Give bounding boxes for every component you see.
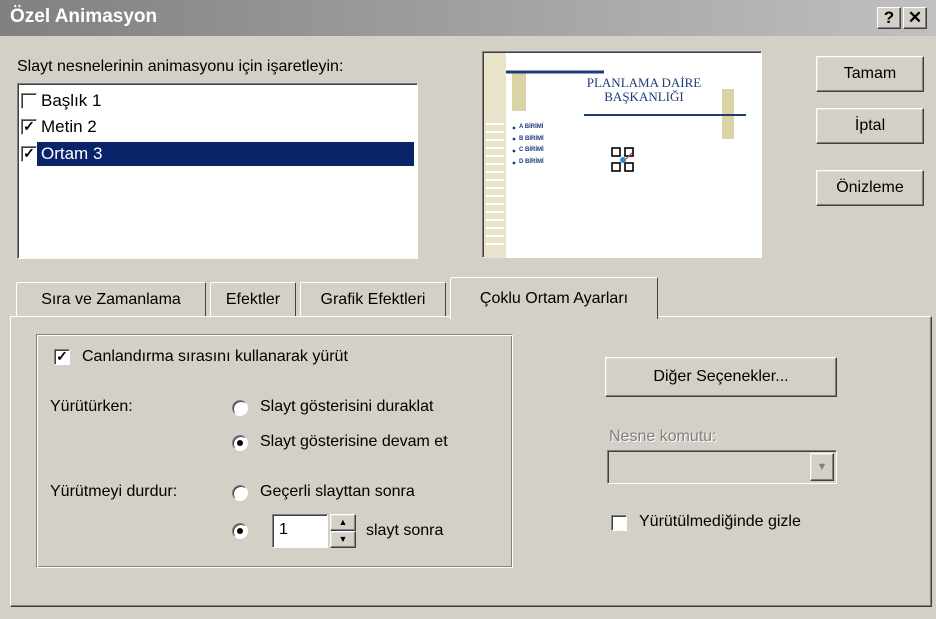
radio-dot [237, 440, 243, 446]
chevron-down-icon[interactable]: ▼ [810, 453, 834, 481]
slide-count-spinner[interactable]: ▲ ▼ [330, 514, 356, 548]
hide-when-not-playing-checkbox[interactable] [611, 515, 627, 531]
list-item-label: Ortam 3 [37, 142, 414, 166]
slide-title: PLANLAMA DAİRE BAŞKANLIĞI [483, 76, 761, 104]
list-item-label: Başlık 1 [41, 91, 102, 110]
window-title: Özel Animasyon [10, 6, 158, 27]
object-action-select[interactable] [607, 450, 837, 484]
object-action-label: Nesne komutu: [609, 428, 717, 445]
slide-title-line2: BAŞKANLIĞI [604, 89, 684, 104]
list-item-ortam-3[interactable]: ✓ Ortam 3 [21, 141, 414, 167]
slide-bullet: B BİRİMİ [519, 135, 544, 142]
slide-bullets: A BİRİMİ B BİRİMİ C BİRİMİ D BİRİMİ [519, 122, 544, 168]
hide-when-not-playing-label: Yürütülmediğinde gizle [639, 513, 801, 530]
pause-slideshow-label: Slayt gösterisini duraklat [260, 398, 434, 415]
close-icon: ✕ [907, 8, 923, 27]
list-item-metin-2[interactable]: ✓ Metin 2 [21, 114, 414, 140]
radio-dot [237, 528, 243, 534]
objects-label: Slayt nesnelerinin animasyonu için işare… [17, 58, 344, 75]
checkbox-baslik-1[interactable] [21, 93, 37, 109]
after-n-slides-radio[interactable] [232, 523, 248, 539]
tab-effects[interactable]: Efektler [210, 282, 296, 316]
ok-button[interactable]: Tamam [816, 56, 924, 92]
spin-up-icon[interactable]: ▲ [330, 514, 356, 531]
after-current-slide-radio[interactable] [232, 485, 248, 501]
tab-chart-effects[interactable]: Grafik Efektleri [300, 282, 446, 316]
cancel-button[interactable]: İptal [816, 108, 924, 144]
slide-bullet: D BİRİMİ [519, 158, 544, 165]
after-current-slide-label: Geçerli slayttan sonra [260, 483, 415, 500]
continue-slideshow-radio[interactable] [232, 435, 248, 451]
continue-slideshow-label: Slayt gösterisine devam et [260, 433, 448, 450]
checkbox-metin-2[interactable]: ✓ [21, 119, 37, 135]
play-in-order-label: Canlandırma sırasını kullanarak yürüt [82, 348, 348, 365]
title-bar: Özel Animasyon ? ✕ [0, 0, 936, 36]
preview-button[interactable]: Önizleme [816, 170, 924, 206]
spin-down-icon[interactable]: ▼ [330, 531, 356, 548]
play-in-order-checkbox[interactable]: ✓ [54, 349, 70, 365]
close-button[interactable]: ✕ [903, 7, 927, 29]
slide-bullet: C BİRİMİ [519, 147, 544, 153]
slide-bullet: A BİRİMİ [519, 124, 544, 130]
stop-playing-label: Yürütmeyi durdur: [50, 483, 178, 500]
help-button[interactable]: ? [877, 7, 901, 29]
list-item-label: Metin 2 [41, 117, 97, 136]
more-options-button[interactable]: Diğer Seçenekler... [605, 357, 837, 397]
pause-slideshow-radio[interactable] [232, 400, 248, 416]
help-icon: ? [883, 8, 895, 27]
list-item-baslik-1[interactable]: Başlık 1 [21, 88, 414, 114]
slide-count-input[interactable]: 1 [272, 514, 328, 548]
slide-title-line1: PLANLAMA DAİRE [586, 75, 702, 90]
tab-order-timing[interactable]: Sıra ve Zamanlama [16, 282, 206, 316]
slide-preview: PLANLAMA DAİRE BAŞKANLIĞI A BİRİMİ B BİR… [482, 51, 762, 258]
tab-multimedia-settings[interactable]: Çoklu Ortam Ayarları [450, 277, 658, 319]
while-playing-label: Yürütürken: [50, 398, 133, 415]
objects-listbox[interactable]: Başlık 1 ✓ Metin 2 ✓ Ortam 3 [17, 83, 418, 259]
slides-after-label: slayt sonra [366, 522, 444, 539]
checkbox-ortam-3[interactable]: ✓ [21, 146, 37, 162]
